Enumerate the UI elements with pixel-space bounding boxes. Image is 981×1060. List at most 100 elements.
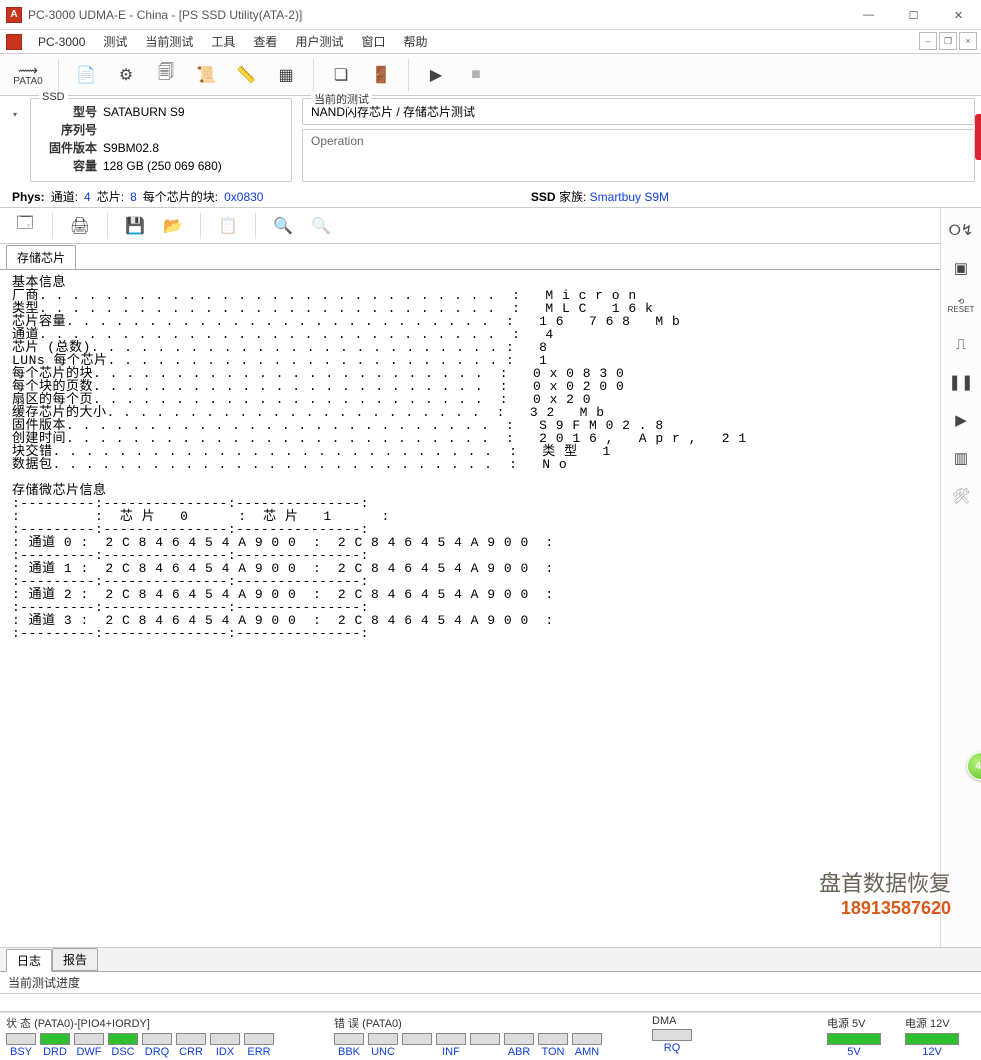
status-state-group: 状 态 (PATA0)-[PIO4+IORDY] BSYDRDDWFDSCDRQ… (6, 1015, 326, 1058)
dma-label: RQ (664, 1042, 681, 1054)
close-button[interactable]: ✕ (936, 0, 981, 30)
tab-report[interactable]: 报告 (52, 948, 98, 971)
pause-icon[interactable]: ❚❚ (947, 368, 975, 396)
gear-icon[interactable]: ⚙ (107, 57, 145, 93)
document-icon[interactable]: 📄 (67, 57, 105, 93)
open-icon[interactable]: 📂 (156, 211, 190, 241)
red-edge-indicator (975, 114, 981, 160)
print-icon[interactable]: 🖨 (63, 211, 97, 241)
script-icon[interactable]: 📜 (187, 57, 225, 93)
settings-icon[interactable]: 🗔 (8, 211, 42, 241)
pwr12-text: 12V (922, 1046, 942, 1058)
clipboard-icon[interactable]: 📋 (211, 211, 245, 241)
phys-ch-value: 4 (84, 190, 91, 204)
phys-blk-value: 0x0830 (224, 190, 263, 204)
menu-user-test[interactable]: 用户测试 (287, 31, 351, 52)
phys-chip-label: 芯片: (97, 188, 124, 205)
connector-icon[interactable]: ⎍ (947, 330, 975, 358)
state-label: DWF (76, 1046, 101, 1058)
menu-help[interactable]: 帮助 (395, 31, 435, 52)
state-label: DSC (111, 1046, 134, 1058)
phys-family-value: Smartbuy S9M (590, 190, 669, 204)
status-area: 状 态 (PATA0)-[PIO4+IORDY] BSYDRDDWFDSCDRQ… (0, 1012, 981, 1060)
model-label: 型号 (39, 103, 103, 121)
state-label: DRD (43, 1046, 67, 1058)
ruler-icon[interactable]: 📏 (227, 57, 265, 93)
play-small-icon[interactable]: ▶ (947, 406, 975, 434)
state-item-bsy: BSY (6, 1033, 36, 1058)
status-dma-group: DMA RQ (652, 1015, 712, 1054)
state-box (176, 1033, 206, 1045)
menu-test[interactable]: 测试 (95, 31, 135, 52)
main-left: 🗔 🖨 💾 📂 📋 🔍 🔍 存储芯片 基本信息 厂商. . . . . . . … (0, 208, 941, 947)
err-item: UNC (368, 1033, 398, 1058)
tools-icon[interactable]: 🛠 (947, 482, 975, 510)
menu-view[interactable]: 查看 (245, 31, 285, 52)
fw-value: S9BM02.8 (103, 139, 283, 157)
stop-icon[interactable]: ■ (457, 57, 495, 93)
power-icon[interactable]: ⭘↯ (947, 216, 975, 244)
find-next-icon[interactable]: 🔍 (304, 211, 338, 241)
mdi-close-button[interactable]: × (959, 32, 977, 50)
phys-ch-label: 通道: (51, 188, 78, 205)
phys-blk-label: 每个芯片的块: (143, 188, 218, 205)
tab-storage-chip[interactable]: 存储芯片 (6, 245, 76, 269)
status-pwr5-label: 电源 5V (827, 1015, 897, 1033)
pages-icon[interactable]: 🗐 (147, 57, 185, 93)
main-toolbar: ⟿PATA0 📄 ⚙ 🗐 📜 📏 ▦ ❏ 🚪 ▶ ■ (0, 54, 981, 96)
menu-current-test[interactable]: 当前测试 (137, 31, 201, 52)
err-label: INF (442, 1046, 460, 1058)
menu-app[interactable]: PC-3000 (30, 33, 93, 51)
mdi-restore-button[interactable]: ❐ (939, 32, 957, 50)
grid-icon[interactable]: ▦ (267, 57, 305, 93)
current-test-legend: 当前的测试 (311, 91, 372, 107)
state-label: CRR (179, 1046, 203, 1058)
main-area: 🗔 🖨 💾 📂 📋 🔍 🔍 存储芯片 基本信息 厂商. . . . . . . … (0, 208, 981, 948)
ssd-legend: SSD (39, 91, 68, 103)
exit-icon[interactable]: 🚪 (362, 57, 400, 93)
ssd-side-indicator[interactable]: ▾ (10, 98, 20, 182)
progress-row: 当前测试进度 (0, 972, 981, 994)
operation-label: Operation (311, 134, 364, 148)
play-icon[interactable]: ▶ (417, 57, 455, 93)
state-box (210, 1033, 240, 1045)
menu-window[interactable]: 窗口 (353, 31, 393, 52)
err-item: AMN (572, 1033, 602, 1058)
serial-label: 序列号 (39, 121, 103, 139)
find-icon[interactable]: 🔍 (266, 211, 300, 241)
err-label: AMN (575, 1046, 599, 1058)
fw-label: 固件版本 (39, 139, 103, 157)
phys-ssd-label: SSD (531, 190, 556, 204)
state-item-crr: CRR (176, 1033, 206, 1058)
pwr12-box (905, 1033, 959, 1045)
state-label: ERR (247, 1046, 270, 1058)
reset-icon[interactable]: ⟲RESET (947, 292, 975, 320)
err-label: ABR (508, 1046, 531, 1058)
progress-label: 当前测试进度 (8, 976, 80, 990)
chip-icon[interactable]: ▣ (947, 254, 975, 282)
tab-log[interactable]: 日志 (6, 949, 52, 972)
status-dma-label: DMA (652, 1015, 712, 1029)
state-box (142, 1033, 172, 1045)
maximize-button[interactable]: ☐ (891, 0, 936, 30)
minimize-button[interactable]: — (846, 0, 891, 30)
state-label: BSY (10, 1046, 32, 1058)
copy-icon[interactable]: ❏ (322, 57, 360, 93)
menu-tools[interactable]: 工具 (203, 31, 243, 52)
mdi-minimize-button[interactable]: – (919, 32, 937, 50)
dma-box (652, 1029, 692, 1041)
err-box (572, 1033, 602, 1045)
err-item: TON (538, 1033, 568, 1058)
state-label: IDX (216, 1046, 234, 1058)
pata0-button[interactable]: ⟿PATA0 (6, 57, 50, 93)
right-toolbar: ⭘↯ ▣ ⟲RESET ⎍ ❚❚ ▶ ▥ 🛠 (941, 208, 981, 947)
state-box (108, 1033, 138, 1045)
bottom-tabs: 日志 报告 (0, 948, 981, 972)
err-box (436, 1033, 466, 1045)
chip2-icon[interactable]: ▥ (947, 444, 975, 472)
save-icon[interactable]: 💾 (118, 211, 152, 241)
report-content: 基本信息 厂商. . . . . . . . . . . . . . . . .… (0, 270, 940, 947)
current-test-group: 当前的测试 NAND闪存芯片 / 存储芯片测试 (302, 98, 975, 125)
err-box (504, 1033, 534, 1045)
state-box (74, 1033, 104, 1045)
